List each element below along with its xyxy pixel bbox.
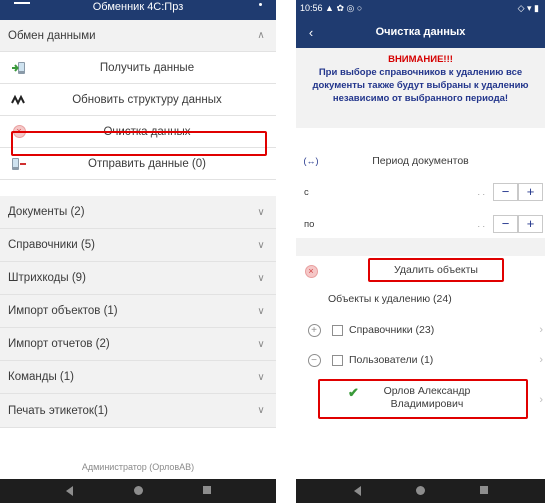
app-title: Обменник 4С:Прз (92, 1, 184, 13)
chevron-down-icon: ∨ (257, 405, 265, 416)
collapse-icon[interactable]: − (302, 353, 326, 367)
section-label: Печать этикеток(1) (8, 404, 108, 417)
clear-data-item[interactable]: × Очистка данных (0, 116, 276, 148)
section-label: Штрихкоды (9) (8, 272, 86, 284)
section-label: Команды (1) (8, 371, 74, 383)
date-from-row: с . . − + (296, 180, 545, 204)
chevron-down-icon: ∨ (257, 272, 265, 284)
minus-button[interactable]: − (493, 215, 518, 233)
chevron-down-icon: ∨ (257, 305, 265, 317)
chevron-down-icon: ∨ (257, 206, 265, 218)
get-data-item[interactable]: Получить данные (0, 52, 276, 84)
chevron-up-icon: ∧ (257, 30, 265, 41)
back-icon[interactable] (354, 486, 361, 496)
user-footer: Администратор (ОрловАВ) (81, 462, 195, 472)
section-commands[interactable]: Команды (1) ∨ (0, 361, 276, 394)
item-label: Очистка данных (103, 125, 191, 138)
warning-text: При выборе справочников к удалению все д… (312, 67, 529, 104)
date-from-field[interactable]: . . (336, 187, 485, 197)
section-catalogs[interactable]: Справочники (5) ∨ (0, 229, 276, 262)
system-nav-bar (296, 479, 545, 503)
system-nav-bar (0, 479, 276, 503)
menu-icon[interactable] (14, 2, 30, 4)
update-structure-item[interactable]: Обновить структуру данных (0, 84, 276, 116)
item-label: Отправить данные (0) (88, 157, 206, 170)
section-exchange[interactable]: Обмен данными ∧ (0, 20, 276, 52)
plus-button[interactable]: + (518, 215, 543, 233)
structure-icon (0, 94, 38, 106)
screen-header: ‹ Очистка данных (296, 16, 545, 48)
download-icon (0, 61, 38, 75)
tree-leaf-user[interactable]: ✔ Орлов Александр Владимирович › (296, 382, 545, 418)
expand-icon[interactable]: + (302, 323, 326, 337)
section-label: Импорт объектов (1) (8, 305, 118, 317)
tree-node-catalogs[interactable]: + Справочники (23) › (296, 318, 545, 342)
home-icon[interactable] (134, 486, 143, 495)
date-to-row: по . . − + (296, 212, 545, 236)
recents-icon[interactable] (203, 486, 211, 494)
section-label: Справочники (5) (8, 239, 95, 251)
right-phone-screen: 10:56 ▲ ✿ ◎ ○ ◇ ▾ ▮ ‹ Очистка данных ВНИ… (296, 0, 545, 503)
upload-icon (0, 157, 38, 171)
clear-icon: × (0, 125, 38, 138)
more-icon[interactable] (259, 3, 262, 6)
tree-label: Пользователи (1) (349, 354, 434, 366)
spacer-band (296, 238, 545, 256)
to-label: по (304, 218, 315, 230)
period-label: Период документов (372, 155, 469, 167)
section-barcodes[interactable]: Штрихкоды (9) ∨ (0, 262, 276, 295)
section-label: Импорт отчетов (2) (8, 338, 110, 350)
section-documents[interactable]: Документы (2) ∨ (0, 196, 276, 229)
warning-box: ВНИМАНИЕ!!! При выборе справочников к уд… (296, 48, 545, 128)
back-arrow-icon[interactable]: ‹ (296, 25, 326, 40)
date-to-field[interactable]: . . (336, 219, 485, 229)
section-label-print[interactable]: Печать этикеток(1) ∨ (0, 394, 276, 428)
delete-icon: × (296, 264, 326, 278)
tree-node-users[interactable]: − Пользователи (1) › (296, 348, 545, 372)
delete-objects-row: × Удалить объекты (296, 258, 545, 284)
plus-button[interactable]: + (518, 183, 543, 201)
from-label: с (304, 186, 309, 198)
objects-count-label: Объекты к удалению (24) (328, 293, 452, 305)
checkbox-unchecked[interactable] (332, 324, 343, 336)
recents-icon[interactable] (480, 486, 488, 494)
checkbox-checked[interactable]: ✔ (348, 386, 361, 399)
period-row[interactable]: (↔) Период документов (296, 148, 545, 174)
section-import-objects[interactable]: Импорт объектов (1) ∨ (0, 295, 276, 328)
chevron-right-icon: › (539, 324, 543, 336)
item-label: Обновить структуру данных (72, 93, 222, 106)
left-phone-screen: Обменник 4С:Прз Обмен данными ∧ Получить… (0, 0, 276, 503)
objects-count-row: Объекты к удалению (24) (296, 288, 545, 310)
date-to-stepper: − + (493, 215, 543, 233)
minus-button[interactable]: − (493, 183, 518, 201)
signal-battery-icon: ◇ ▾ ▮ (517, 3, 539, 13)
section-import-reports[interactable]: Импорт отчетов (2) ∨ (0, 328, 276, 361)
chevron-down-icon: ∨ (257, 338, 265, 350)
status-bar: 10:56 ▲ ✿ ◎ ○ ◇ ▾ ▮ (296, 0, 545, 16)
checkbox-unchecked[interactable] (332, 354, 343, 366)
chevron-right-icon: › (539, 354, 543, 366)
send-data-item[interactable]: Отправить данные (0) (0, 148, 276, 180)
chevron-down-icon: ∨ (257, 371, 265, 383)
tree-label: Справочники (23) (349, 324, 435, 336)
screen-title: Очистка данных (375, 26, 466, 38)
back-icon[interactable] (66, 486, 73, 496)
warning-title: ВНИМАНИЕ!!! (388, 54, 453, 65)
section-label: Обмен данными (8, 29, 96, 42)
app-top-bar: Обменник 4С:Прз (0, 0, 276, 20)
date-from-stepper: − + (493, 183, 543, 201)
chevron-down-icon: ∨ (257, 239, 265, 251)
delete-objects-button[interactable]: Удалить объекты (368, 262, 504, 282)
chevron-right-icon: › (539, 394, 543, 406)
user-name: Орлов Александр Владимирович (383, 385, 471, 410)
status-time: 10:56 (300, 3, 323, 13)
notification-icons: ▲ ✿ ◎ ○ (325, 3, 363, 13)
section-label: Документы (2) (8, 206, 85, 218)
item-label: Получить данные (99, 61, 195, 74)
period-icon: (↔) (303, 156, 319, 166)
home-icon[interactable] (416, 486, 425, 495)
